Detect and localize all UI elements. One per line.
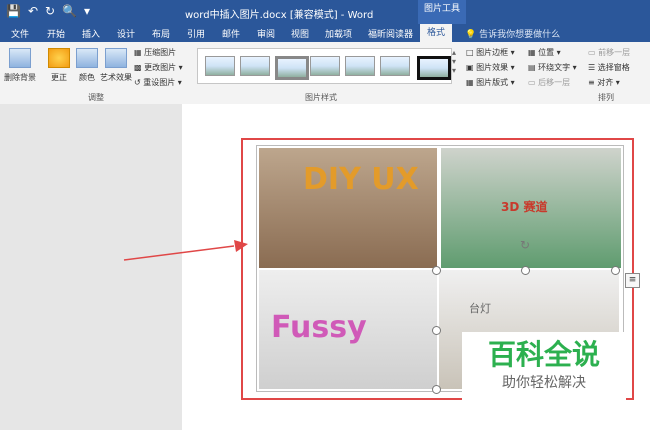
resize-handle[interactable] (611, 266, 620, 275)
watermark-subtitle: 助你轻松解决 (502, 375, 586, 391)
resize-handle[interactable] (432, 266, 441, 275)
layout-options-icon[interactable]: ≡ (625, 273, 640, 288)
rotate-handle-icon[interactable]: ↻ (520, 238, 530, 252)
resize-handle[interactable] (432, 326, 441, 335)
watermark: 百科全说 助你轻松解决 (462, 332, 626, 404)
watermark-title: 百科全说 (487, 338, 600, 371)
resize-handle[interactable] (521, 266, 530, 275)
resize-handle[interactable] (432, 385, 441, 394)
